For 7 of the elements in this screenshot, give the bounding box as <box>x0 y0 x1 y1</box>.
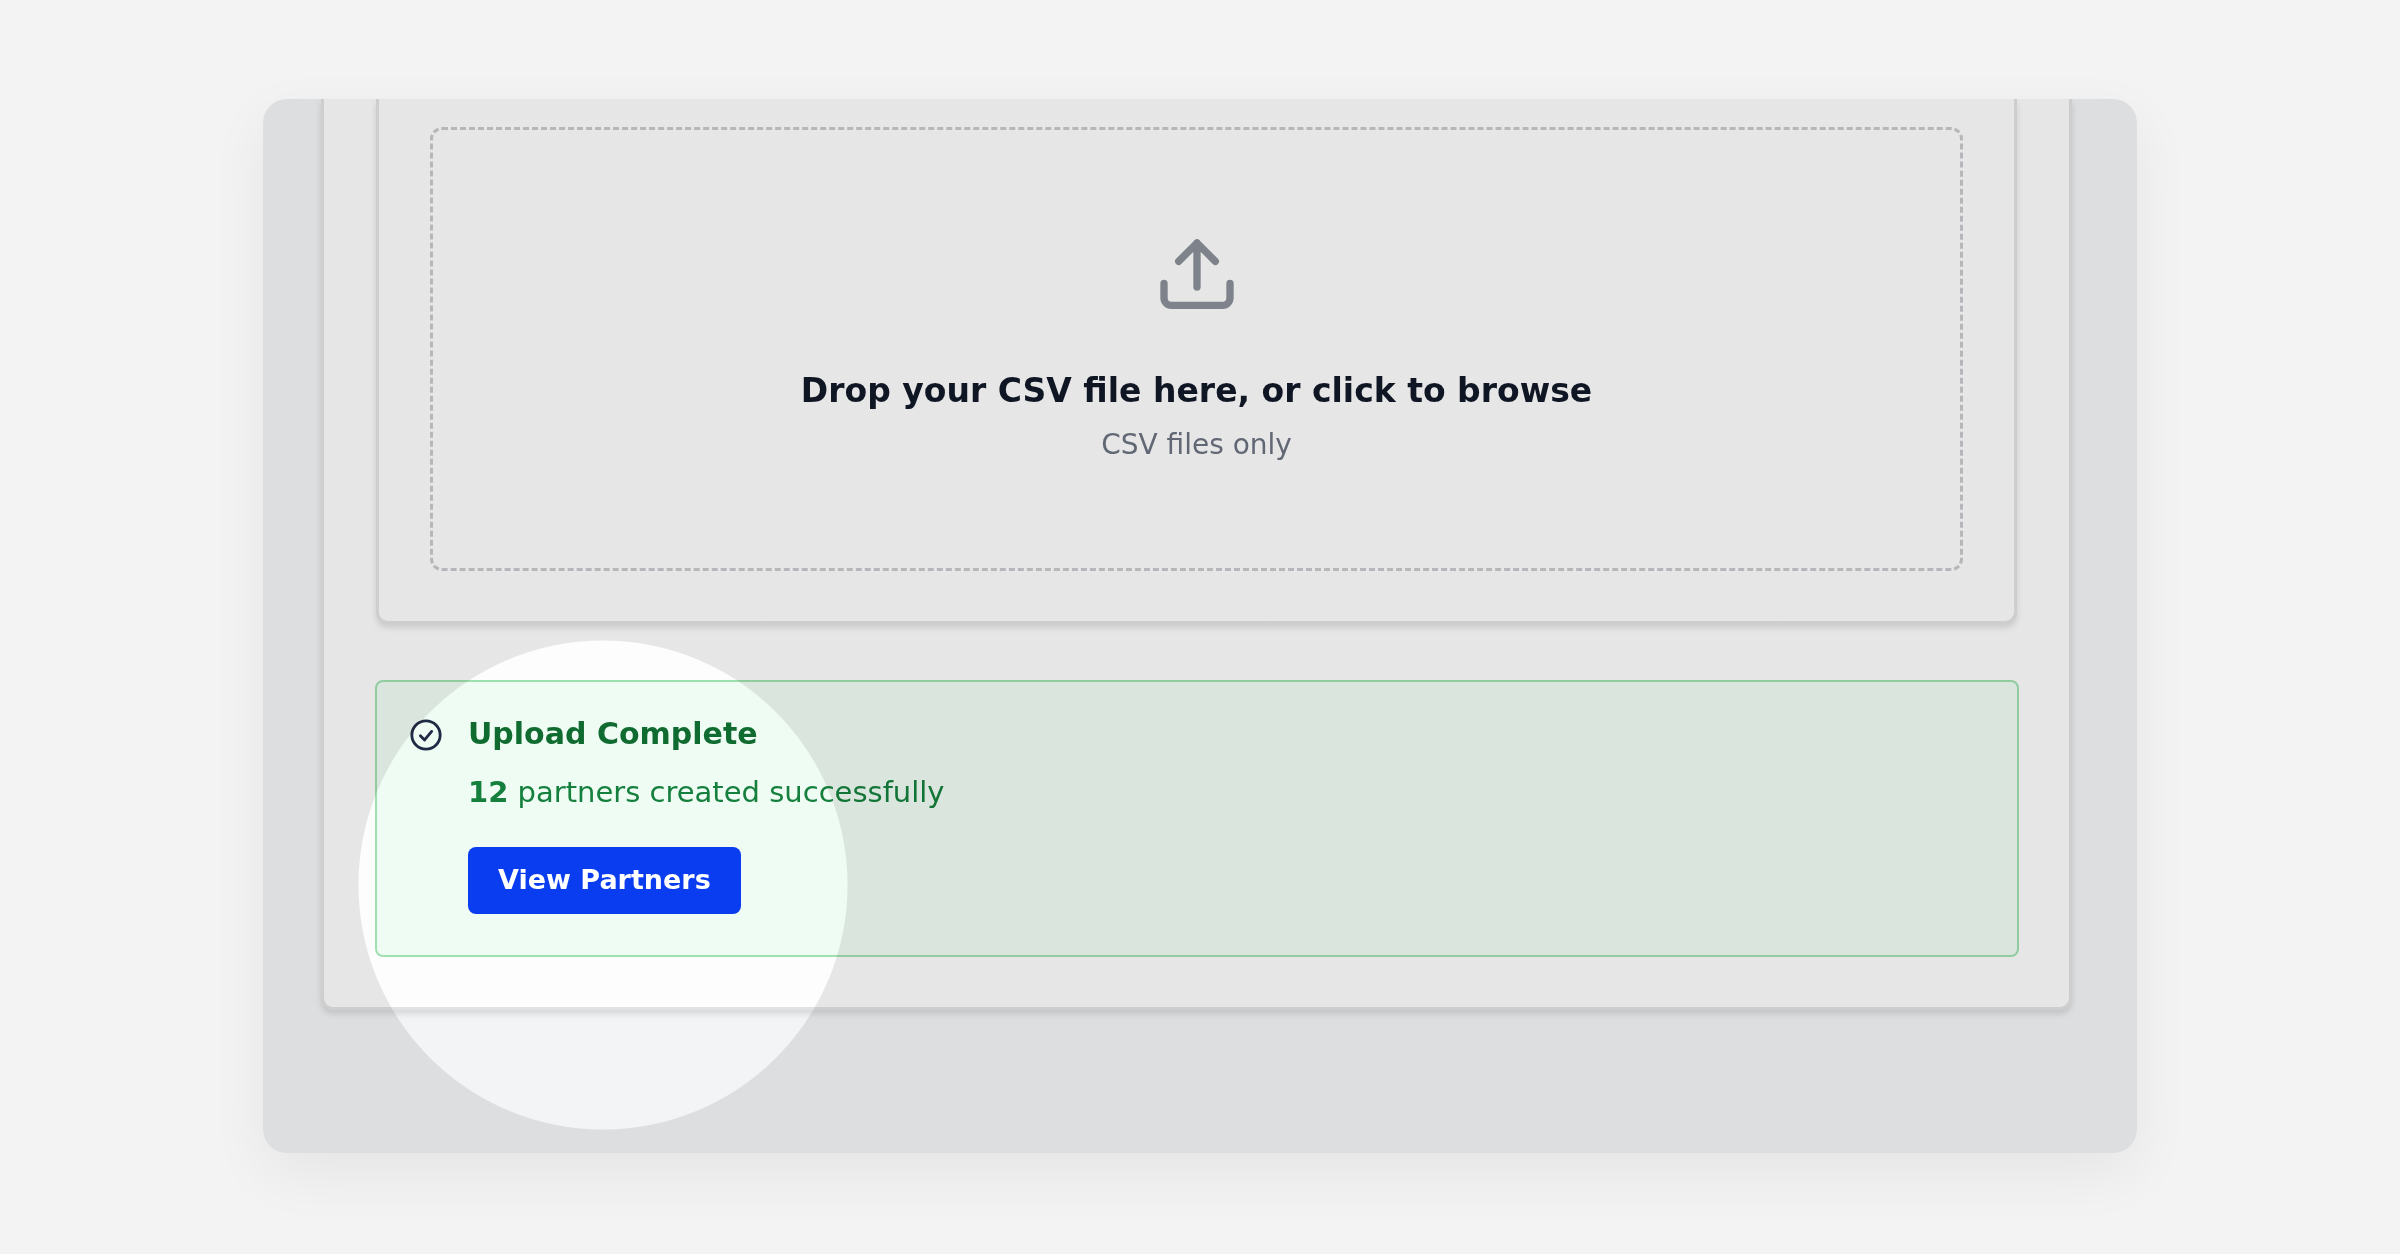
alert-title: Upload Complete <box>468 715 758 753</box>
check-circle-icon <box>409 718 443 752</box>
view-partners-button[interactable]: View Partners <box>468 846 741 914</box>
drop-zone[interactable]: Drop your CSV file here, or click to browse CSV files only <box>430 127 1963 571</box>
alert-message: 12 partners created successfully <box>468 774 945 811</box>
file-type-hint: CSV files only <box>1101 426 1292 463</box>
drop-title: Drop your CSV file here, or click to browse <box>800 370 1593 413</box>
